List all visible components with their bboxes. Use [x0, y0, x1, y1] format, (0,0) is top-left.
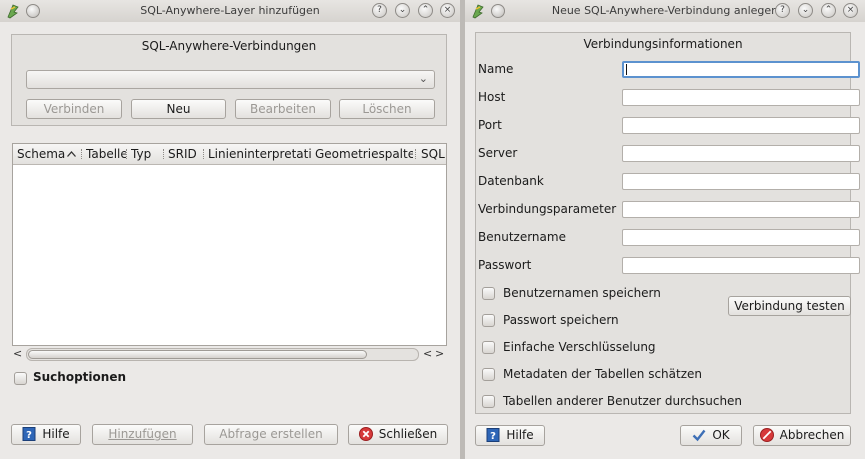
chevron-down-icon: ⌄: [418, 72, 428, 85]
host-field[interactable]: [622, 89, 860, 106]
scrollbar-thumb[interactable]: [28, 350, 367, 359]
close-button-label: Schließen: [378, 427, 438, 441]
estimate-metadata-label: Metadaten der Tabellen schätzen: [503, 367, 702, 381]
new-connection-dialog: Neue SQL-Anywhere-Verbindung anlegen ? ⌄…: [465, 0, 865, 459]
database-field[interactable]: [622, 173, 860, 190]
minimize-button[interactable]: ⌄: [798, 3, 813, 18]
maximize-button[interactable]: ⌃: [418, 3, 433, 18]
column-header-type[interactable]: Typ: [131, 147, 165, 161]
column-header-sql[interactable]: SQL: [421, 147, 446, 161]
search-other-users-tables-label: Tabellen anderer Benutzer durchsuchen: [503, 394, 743, 408]
save-password-label: Passwort speichern: [503, 313, 619, 327]
checkmark-icon: [692, 429, 706, 442]
right-titlebar: Neue SQL-Anywhere-Verbindung anlegen ? ⌄…: [465, 0, 865, 22]
connection-parameters-field[interactable]: [622, 201, 860, 218]
server-field[interactable]: [622, 145, 860, 162]
delete-connection-button[interactable]: Löschen: [339, 99, 435, 119]
scrollbar-track[interactable]: [26, 348, 419, 361]
cancel-button[interactable]: Abbrechen: [753, 425, 851, 446]
password-label: Passwort: [478, 258, 532, 272]
help-button-label: Hilfe: [506, 428, 534, 442]
left-window-title: SQL-Anywhere-Layer hinzufügen: [140, 4, 320, 17]
add-layer-dialog: SQL-Anywhere-Layer hinzufügen ? ⌄ ⌃ × SQ…: [0, 0, 460, 459]
scroll-right-icon[interactable]: >: [435, 347, 444, 360]
host-label: Host: [478, 90, 506, 104]
table-header: Schema Tabelle Typ SRID Linieninterpreta…: [13, 144, 446, 165]
svg-text:?: ?: [490, 431, 496, 442]
column-header-srid[interactable]: SRID: [168, 147, 202, 161]
port-label: Port: [478, 118, 502, 132]
column-header-schema[interactable]: Schema: [17, 147, 67, 161]
search-options-toggle[interactable]: [14, 372, 27, 385]
search-options-label: Suchoptionen: [33, 370, 126, 384]
cancel-button-label: Abbrechen: [779, 428, 845, 442]
add-layer-button-label: Hinzufügen: [108, 427, 177, 441]
connections-groupbox: SQL-Anywhere-Verbindungen ⌄ Verbinden Ne…: [11, 34, 447, 126]
name-field[interactable]: [622, 61, 860, 78]
help-titlebar-button[interactable]: ?: [775, 3, 790, 18]
ok-button[interactable]: OK: [680, 425, 742, 446]
ok-button-label: OK: [712, 428, 730, 442]
scroll-left-icon[interactable]: <: [13, 347, 22, 360]
close-window-button[interactable]: ×: [843, 3, 858, 18]
close-circle-icon: [358, 427, 373, 441]
help-book-icon: ?: [22, 427, 36, 441]
search-other-users-tables-checkbox[interactable]: [482, 395, 495, 408]
password-field[interactable]: [622, 257, 860, 274]
connect-button[interactable]: Verbinden: [26, 99, 122, 119]
sort-ascending-icon: [67, 151, 76, 157]
save-username-checkbox[interactable]: [482, 287, 495, 300]
port-field[interactable]: [622, 117, 860, 134]
left-titlebar: SQL-Anywhere-Layer hinzufügen ? ⌄ ⌃ ×: [0, 0, 460, 22]
build-query-button[interactable]: Abfrage erstellen: [204, 424, 338, 445]
estimate-metadata-checkbox[interactable]: [482, 368, 495, 381]
database-label: Datenbank: [478, 174, 544, 188]
connections-group-title: SQL-Anywhere-Verbindungen: [141, 39, 317, 53]
column-header-table[interactable]: Tabelle: [86, 147, 126, 161]
horizontal-scrollbar[interactable]: < < >: [12, 347, 447, 361]
save-password-checkbox[interactable]: [482, 314, 495, 327]
help-book-icon: ?: [486, 428, 500, 442]
help-button[interactable]: ? Hilfe: [11, 424, 81, 445]
minimize-button[interactable]: ⌄: [395, 3, 410, 18]
column-header-line-interpretation[interactable]: Linieninterpretation: [208, 147, 312, 161]
close-button[interactable]: Schließen: [348, 424, 448, 445]
username-field[interactable]: [622, 229, 860, 246]
simple-encryption-checkbox[interactable]: [482, 341, 495, 354]
connection-parameters-label: Verbindungsparameter: [478, 202, 617, 216]
connection-info-title: Verbindungsinformationen: [583, 37, 743, 51]
scroll-left-icon-2[interactable]: <: [423, 347, 432, 360]
test-connection-button[interactable]: Verbindung testen: [728, 296, 851, 316]
text-caret: [626, 64, 627, 75]
close-window-button[interactable]: ×: [440, 3, 455, 18]
layer-table[interactable]: Schema Tabelle Typ SRID Linieninterpreta…: [12, 143, 447, 346]
server-label: Server: [478, 146, 518, 160]
help-titlebar-button[interactable]: ?: [372, 3, 387, 18]
help-button-label: Hilfe: [42, 427, 70, 441]
add-layer-button[interactable]: Hinzufügen: [92, 424, 193, 445]
connection-combo[interactable]: ⌄: [26, 70, 435, 89]
cancel-icon: [759, 428, 774, 442]
simple-encryption-label: Einfache Verschlüsselung: [503, 340, 656, 354]
build-query-button-label: Abfrage erstellen: [219, 427, 323, 441]
svg-text:?: ?: [26, 430, 32, 441]
help-button[interactable]: ? Hilfe: [475, 425, 545, 446]
connection-info-groupbox: Verbindungsinformationen Name Host Port …: [475, 32, 860, 414]
edit-connection-button[interactable]: Bearbeiten: [235, 99, 331, 119]
maximize-button[interactable]: ⌃: [821, 3, 836, 18]
column-header-geometry-column[interactable]: Geometriespalte: [315, 147, 413, 161]
new-connection-button[interactable]: Neu: [131, 99, 226, 119]
name-label: Name: [478, 62, 514, 76]
username-label: Benutzername: [478, 230, 566, 244]
save-username-label: Benutzernamen speichern: [503, 286, 661, 300]
